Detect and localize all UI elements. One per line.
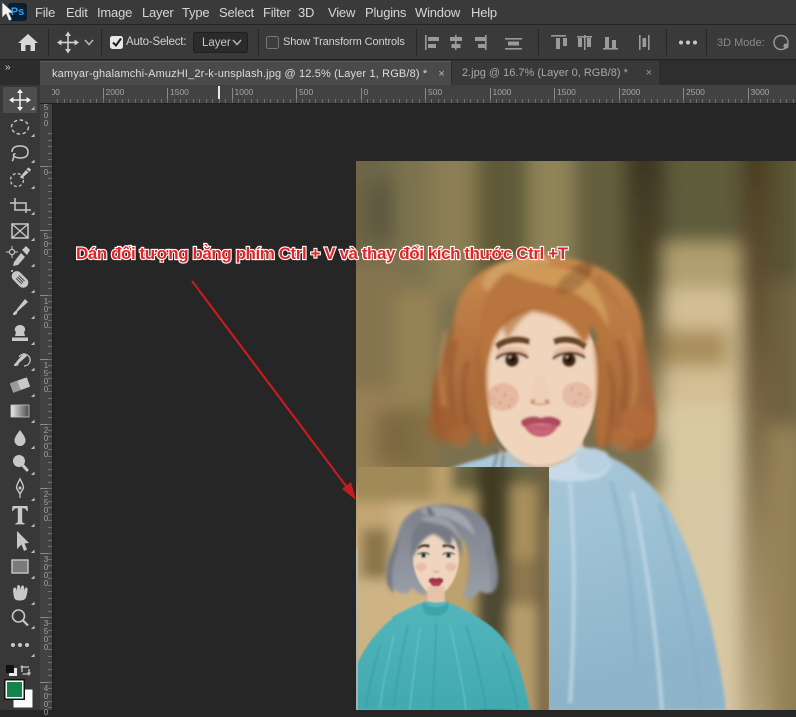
svg-text:Dán đối tượng bằng phím Ctrl +: Dán đối tượng bằng phím Ctrl + V và thay… <box>76 244 569 263</box>
svg-text:3D Mode:: 3D Mode: <box>717 37 765 49</box>
